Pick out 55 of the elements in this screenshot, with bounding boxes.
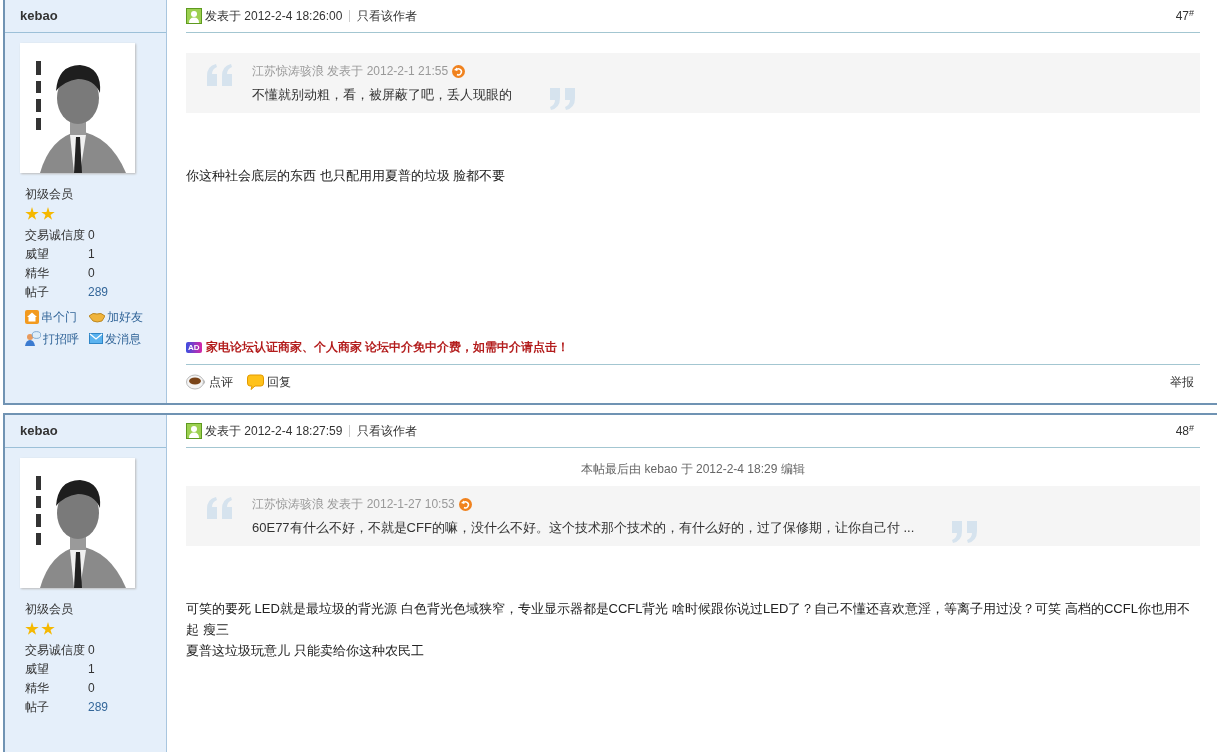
- post-action-link[interactable]: 点评: [186, 373, 233, 391]
- stat-label: 精华: [25, 264, 50, 282]
- stat-value: 0: [88, 641, 95, 659]
- profile-action-link[interactable]: 打招呼: [25, 329, 89, 348]
- post-text: 你这种社会底层的东西 也只配用用夏普的垃圾 脸都不要: [186, 167, 507, 185]
- stat-label: 威望: [25, 245, 50, 263]
- post-time: 发表于 2012-2-4 18:26:00: [205, 8, 343, 25]
- post-text: 夏普这垃圾玩意儿 只能卖给你这种农民工: [186, 642, 425, 660]
- report-link[interactable]: 举报: [1170, 373, 1194, 391]
- stat-value: 0: [88, 679, 95, 697]
- user-rank: 初级会员: [25, 186, 74, 203]
- stat-value: 0: [88, 264, 95, 282]
- post-text: 可笑的要死 LED就是最垃圾的背光源 白色背光色域狭窄，专业显示器都是CCFL背光 啥时候跟你说过LED了？自己不懂还喜欢意淫，等离子用过没？可笑 高档的CCFL你也用不起 瘦三: [186, 600, 1191, 639]
- ad-badge: AD: [186, 341, 202, 353]
- username-link[interactable]: kebao: [20, 6, 58, 26]
- chat-person-icon: [25, 331, 41, 346]
- user-rank: 初级会员: [25, 601, 74, 618]
- opening-quote-icon: [206, 496, 234, 520]
- stat-value-link[interactable]: 289: [88, 282, 109, 301]
- opening-quote-icon: [206, 63, 234, 87]
- quote-text: 不懂就别动粗，看，被屏蔽了吧，丢人现眼的: [252, 86, 512, 104]
- profile-action-link[interactable]: 串个门: [25, 307, 89, 326]
- ad-link[interactable]: 家电论坛认证商家、个人商家 论坛中介免中介费，如需中介请点击！: [205, 338, 569, 356]
- stat-label: 交易诚信度: [25, 641, 86, 659]
- stat-label: 交易诚信度: [25, 226, 86, 244]
- stat-label: 精华: [25, 679, 50, 697]
- profile-action-link[interactable]: 加好友: [89, 307, 159, 326]
- floor-number[interactable]: 48$^{#}$: [1175, 422, 1194, 440]
- stat-value: 0: [88, 226, 95, 244]
- post-time: 发表于 2012-2-4 18:27:59: [205, 423, 343, 440]
- house-icon: [25, 309, 39, 324]
- coffee-cup-icon: [186, 374, 206, 390]
- closing-quote-icon: [950, 520, 979, 544]
- profile-action-link[interactable]: 发消息: [89, 329, 159, 348]
- author-only-link[interactable]: 只看该作者: [357, 422, 418, 440]
- user-icon: [186, 8, 202, 24]
- stat-label: 帖子: [25, 698, 50, 716]
- speech-bubble-icon: [247, 374, 264, 390]
- circle-arrow-icon[interactable]: [452, 64, 466, 78]
- quote-text: 60E77有什么不好，不就是CFF的嘛，没什么不好。这个技术那个技术的，有什么好的，过了保修期，让你自己付 ...: [252, 519, 915, 537]
- closing-quote-icon: [548, 87, 576, 111]
- quote-byline: 江苏惊涛骇浪 发表于 2012-2-1 21:55: [252, 63, 449, 80]
- stat-value-link[interactable]: 289: [88, 697, 109, 716]
- envelope-icon: [89, 333, 103, 344]
- post-action-link[interactable]: 回复: [247, 373, 291, 391]
- stat-label: 帖子: [25, 283, 50, 301]
- edit-note: 本帖最后由 kebao 于 2012-2-4 18:29 编辑: [581, 461, 805, 478]
- username-link[interactable]: kebao: [20, 421, 58, 441]
- stat-value: 1: [88, 660, 95, 678]
- floor-number[interactable]: 47$^{#}$: [1175, 7, 1194, 25]
- user-icon: [186, 423, 202, 439]
- author-only-link[interactable]: 只看该作者: [357, 7, 418, 25]
- stat-label: 威望: [25, 660, 50, 678]
- stat-value: 1: [88, 245, 95, 263]
- quote-byline: 江苏惊涛骇浪 发表于 2012-1-27 10:53: [252, 496, 455, 513]
